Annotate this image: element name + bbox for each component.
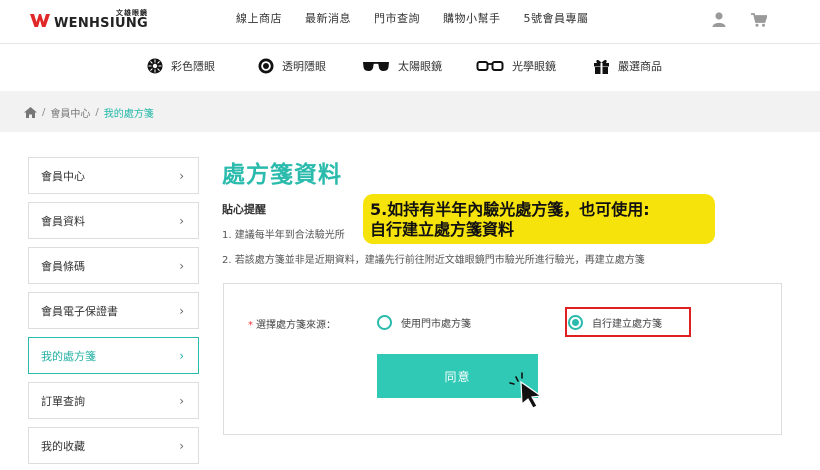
sidebar-item-label: 我的處方箋	[41, 349, 96, 363]
category-color-lens[interactable]: 彩色隱眼	[147, 58, 215, 74]
cart-icon[interactable]	[751, 12, 768, 27]
sidebar-item-label: 會員中心	[41, 169, 85, 183]
tip-line-2: 2. 若該處方箋並非是近期資料，建議先行前往附近文雄眼鏡門市驗光所進行驗光，再建…	[222, 255, 645, 266]
user-icon[interactable]	[712, 12, 726, 27]
color-lens-icon	[147, 58, 163, 74]
chevron-right-icon: ›	[179, 394, 184, 408]
pointer-cursor-icon	[509, 372, 543, 409]
chevron-right-icon: ›	[179, 169, 184, 183]
breadcrumb: / 會員中心 / 我的處方箋	[24, 105, 154, 120]
category-clear-lens[interactable]: 透明隱眼	[258, 58, 326, 74]
category-label: 彩色隱眼	[171, 60, 215, 73]
sidebar-item-label: 訂單查詢	[41, 394, 85, 408]
sidebar-item-label: 我的收藏	[41, 439, 85, 453]
sidebar-item-label: 會員資料	[41, 214, 85, 228]
chevron-right-icon: ›	[179, 439, 184, 453]
category-label: 嚴選商品	[618, 60, 662, 73]
chevron-right-icon: ›	[179, 259, 184, 273]
breadcrumb-member-center[interactable]: 會員中心	[50, 105, 90, 120]
radio-self-created-prescription[interactable]: 自行建立處方箋	[568, 315, 662, 330]
category-label: 光學眼鏡	[512, 60, 556, 73]
instruction-callout: 5.如持有半年內驗光處方箋，也可使用: 自行建立處方箋資料	[363, 194, 715, 244]
sidebar-item-member-barcode[interactable]: 會員條碼 ›	[28, 247, 199, 284]
top-nav-store-locator[interactable]: 門市查詢	[374, 10, 420, 26]
category-bar: 彩色隱眼 透明隱眼 太陽眼鏡 光學眼鏡 嚴選商品	[0, 52, 820, 84]
gift-icon	[594, 59, 609, 74]
tip-line-1: 1. 建議每半年到合法驗光所	[222, 230, 345, 241]
radio-label: 自行建立處方箋	[592, 319, 662, 330]
sidebar-item-member-profile[interactable]: 會員資料 ›	[28, 202, 199, 239]
header-divider	[0, 43, 820, 44]
radio-checked-icon[interactable]	[568, 315, 583, 330]
source-label-text: 選擇處方箋來源：	[256, 320, 336, 331]
callout-line-2: 自行建立處方箋資料	[370, 220, 515, 239]
sidebar-item-e-warranty[interactable]: 會員電子保證書 ›	[28, 292, 199, 329]
breadcrumb-my-prescriptions[interactable]: 我的處方箋	[104, 105, 154, 120]
chevron-right-icon: ›	[179, 304, 184, 318]
page-title: 處方箋資料	[222, 162, 342, 188]
sidebar-item-label: 會員電子保證書	[41, 304, 118, 318]
top-nav: 線上商店 最新消息 門市查詢 購物小幫手 5號會員專屬	[236, 10, 612, 26]
brand-logo[interactable]: 文雄眼鏡 WENHSIUNG	[30, 10, 148, 30]
member-sidebar: 會員中心 › 會員資料 › 會員條碼 › 會員電子保證書 › 我的處方箋 › 訂…	[28, 157, 199, 470]
radio-store-prescription[interactable]: 使用門市處方箋	[377, 315, 471, 330]
source-label: * 選擇處方箋來源：	[248, 316, 336, 331]
required-mark: *	[248, 320, 253, 331]
callout-line-1: 5.如持有半年內驗光處方箋，也可使用:	[370, 200, 650, 219]
sidebar-item-favorites[interactable]: 我的收藏 ›	[28, 427, 199, 464]
top-nav-online-store[interactable]: 線上商店	[236, 10, 282, 26]
top-nav-member-exclusive[interactable]: 5號會員專屬	[524, 10, 589, 26]
sunglasses-icon	[363, 62, 389, 71]
category-sunglasses[interactable]: 太陽眼鏡	[362, 58, 442, 74]
sidebar-item-member-center[interactable]: 會員中心 ›	[28, 157, 199, 194]
sidebar-item-order-inquiry[interactable]: 訂單查詢 ›	[28, 382, 199, 419]
sidebar-item-my-prescriptions[interactable]: 我的處方箋 ›	[28, 337, 199, 374]
clear-lens-icon	[258, 58, 274, 74]
category-curated-goods[interactable]: 嚴選商品	[593, 58, 662, 74]
top-nav-news[interactable]: 最新消息	[305, 10, 351, 26]
breadcrumb-bar: / 會員中心 / 我的處方箋	[0, 91, 820, 132]
logo-mark-icon	[30, 12, 50, 28]
category-optical-glasses[interactable]: 光學眼鏡	[476, 58, 556, 74]
optical-glasses-icon	[476, 61, 504, 71]
category-label: 透明隱眼	[282, 60, 326, 73]
top-header: 文雄眼鏡 WENHSIUNG 線上商店 最新消息 門市查詢 購物小幫手 5號會員…	[0, 0, 820, 40]
prescription-source-form: * 選擇處方箋來源： 使用門市處方箋 自行建立處方箋 同意	[223, 283, 782, 435]
sidebar-item-label: 會員條碼	[41, 259, 85, 273]
category-label: 太陽眼鏡	[398, 60, 442, 73]
chevron-right-icon: ›	[179, 349, 184, 363]
radio-unchecked-icon[interactable]	[377, 315, 392, 330]
logo-main-text: WENHSIUNG	[54, 16, 148, 31]
tips-heading: 貼心提醒	[222, 203, 266, 216]
home-icon[interactable]	[24, 107, 37, 118]
top-nav-shopping-helper[interactable]: 購物小幫手	[443, 10, 501, 26]
radio-label: 使用門市處方箋	[401, 319, 471, 330]
chevron-right-icon: ›	[179, 214, 184, 228]
